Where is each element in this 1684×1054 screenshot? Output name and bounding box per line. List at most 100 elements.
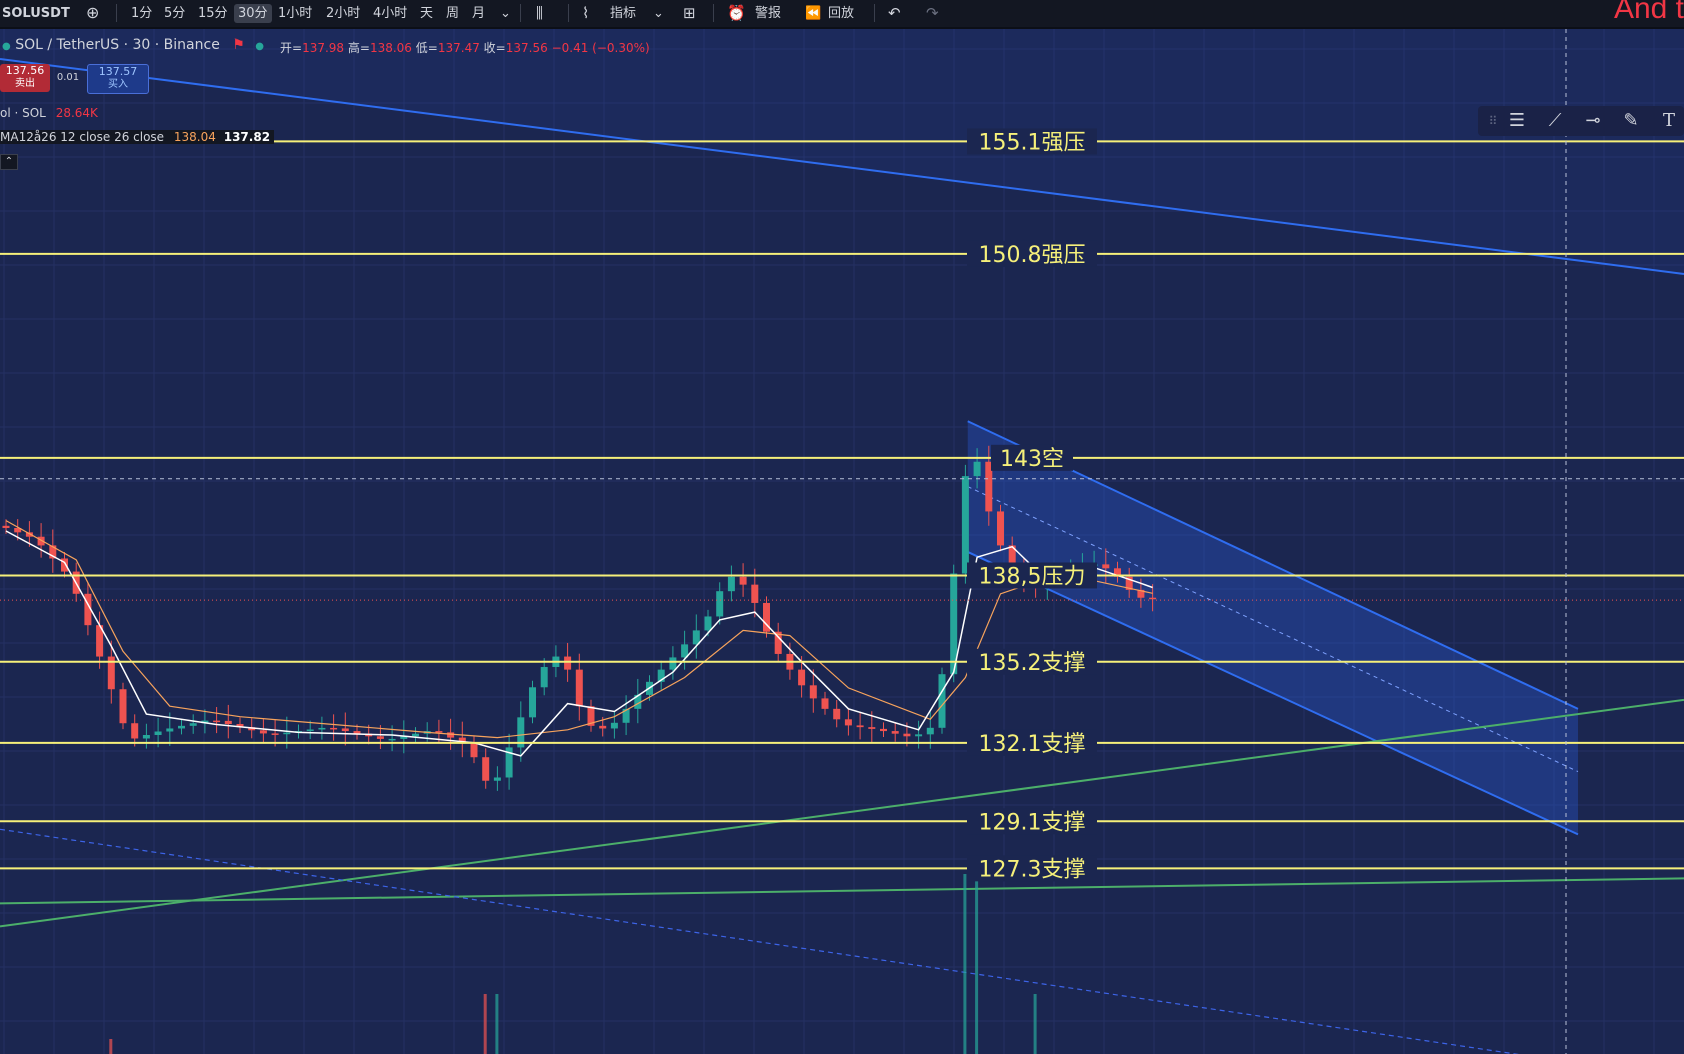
- buy-button[interactable]: 137.57 买入: [87, 64, 149, 94]
- top-toolbar: SOLUSDT ⊕ 1分 5分 15分 30分 1小时 2小时 4小时 天 周 …: [0, 0, 1684, 29]
- flag-icon[interactable]: ⚑: [232, 37, 245, 53]
- candle-body: [915, 734, 923, 737]
- candle-body: [868, 727, 876, 729]
- alert-button[interactable]: 警报: [755, 4, 781, 23]
- interval-week[interactable]: 周: [446, 4, 459, 23]
- candle-body: [973, 461, 981, 477]
- support-trendline: [0, 698, 1684, 928]
- level-label: 138,5压力: [979, 564, 1086, 589]
- drawings-layer: [0, 29, 1684, 1054]
- candle-body: [213, 720, 221, 723]
- sell-price: 137.56: [5, 64, 45, 77]
- dashed-trend-line: [0, 828, 1520, 1054]
- candle-body: [704, 616, 712, 631]
- overlay-caption: And t: [1613, 0, 1684, 25]
- undo-icon[interactable]: ↶: [888, 4, 901, 23]
- collapse-legend-icon[interactable]: ⌃: [0, 154, 18, 170]
- interval-1h[interactable]: 1小时: [278, 4, 312, 23]
- candle-body: [341, 728, 349, 732]
- candle-body: [599, 725, 607, 729]
- toolbar-divider: [874, 4, 875, 22]
- ma1-value: 138.04: [173, 130, 216, 144]
- level-label: 129.1支撑: [979, 810, 1086, 835]
- candle-body: [306, 729, 314, 732]
- level-label: 132.1支撑: [979, 732, 1086, 757]
- candle-body: [844, 719, 852, 726]
- brush-icon[interactable]: ✎: [1616, 108, 1646, 134]
- layout-grid-icon[interactable]: ⊞: [683, 4, 696, 23]
- close-label: 收=: [483, 41, 506, 55]
- close-value: 137.56: [505, 41, 548, 55]
- buy-label: 买入: [108, 79, 128, 90]
- chart-canvas[interactable]: 155.1强压 150.8强压 143空 138,5压力 135.2支撑 132.1支撑 1…: [0, 29, 1684, 1054]
- moving-averages: [5, 520, 1153, 757]
- symbol-logo-icon: ●: [2, 41, 11, 52]
- descending-channel-fill: [967, 421, 1578, 835]
- candle-body: [809, 685, 817, 699]
- horizontal-ray-icon[interactable]: ⊸: [1578, 108, 1608, 134]
- interval-5m[interactable]: 5分: [164, 4, 185, 23]
- candle-body: [493, 777, 501, 781]
- interval-2h[interactable]: 2小时: [326, 4, 360, 23]
- high-label: 高=: [347, 41, 370, 55]
- rewind-icon[interactable]: ⏪: [805, 4, 821, 23]
- candle-body: [961, 476, 969, 574]
- candle-body: [1102, 564, 1110, 569]
- replay-button[interactable]: 回放: [828, 4, 854, 23]
- candle-body: [727, 576, 735, 592]
- interval-4h[interactable]: 4小时: [373, 4, 407, 23]
- volume-bar: [1033, 994, 1037, 1054]
- candle-body: [938, 674, 946, 728]
- sell-button[interactable]: 137.56 卖出: [0, 64, 50, 92]
- symbol-search[interactable]: SOLUSDT: [2, 4, 70, 23]
- candle-body: [259, 730, 267, 734]
- interval-day[interactable]: 天: [420, 4, 433, 23]
- compare-add-icon[interactable]: ⊕: [86, 4, 99, 23]
- candle-body: [856, 725, 864, 728]
- low-value: 137.47: [437, 41, 480, 55]
- chevron-down-icon[interactable]: ⌄: [500, 4, 511, 23]
- interval-1m[interactable]: 1分: [131, 4, 152, 23]
- toolbar-divider: [116, 4, 117, 22]
- candle-body: [154, 731, 162, 735]
- candle-body: [283, 732, 291, 735]
- level-label: 135.2支撑: [979, 651, 1086, 676]
- alarm-clock-icon[interactable]: ⏰: [727, 4, 746, 23]
- resistance-zone: [0, 29, 1684, 274]
- toolbar-divider: [713, 4, 714, 22]
- trend-line-icon[interactable]: ⟋: [1540, 108, 1570, 134]
- volume-bar: [109, 1039, 113, 1054]
- candle-body: [435, 731, 443, 733]
- toolbar-divider: [520, 4, 521, 22]
- candle-body: [1149, 597, 1157, 600]
- interval-15m[interactable]: 15分: [198, 4, 228, 23]
- volume-bars: [109, 874, 1037, 1054]
- candle-body: [739, 576, 747, 585]
- market-open-icon: ●: [255, 41, 265, 52]
- ohlc-values: 开=137.98 高=138.06 低=137.47 收=137.56 −0.4…: [280, 39, 650, 56]
- candle-body: [903, 733, 911, 737]
- candle-body: [119, 689, 127, 724]
- candle-body: [880, 728, 887, 732]
- candle-body: [716, 591, 724, 617]
- volume-name: ol · SOL: [0, 106, 46, 120]
- low-label: 低=: [415, 41, 438, 55]
- indicators-icon[interactable]: ⌇: [582, 4, 589, 23]
- change-value: −0.41 (−0.30%): [551, 41, 650, 55]
- candle-body: [610, 722, 618, 729]
- interval-month[interactable]: 月: [472, 4, 485, 23]
- high-value: 138.06: [369, 41, 412, 55]
- volume-bar: [495, 994, 499, 1054]
- chevron-down-icon[interactable]: ⌄: [653, 4, 664, 23]
- candle-style-icon[interactable]: ⫼: [536, 4, 543, 23]
- candle-body: [529, 687, 536, 718]
- interval-30m[interactable]: 30分: [234, 4, 272, 23]
- indicators-button[interactable]: 指标: [610, 4, 636, 23]
- ma-name: MA12å26 12 close 26 close: [0, 130, 165, 144]
- line-style-icon[interactable]: ☰: [1502, 108, 1532, 134]
- text-tool-icon[interactable]: T: [1654, 108, 1684, 134]
- candle-body: [564, 656, 572, 670]
- redo-icon[interactable]: ↷: [926, 4, 939, 23]
- candle-body: [575, 669, 583, 707]
- candle-body: [224, 720, 232, 725]
